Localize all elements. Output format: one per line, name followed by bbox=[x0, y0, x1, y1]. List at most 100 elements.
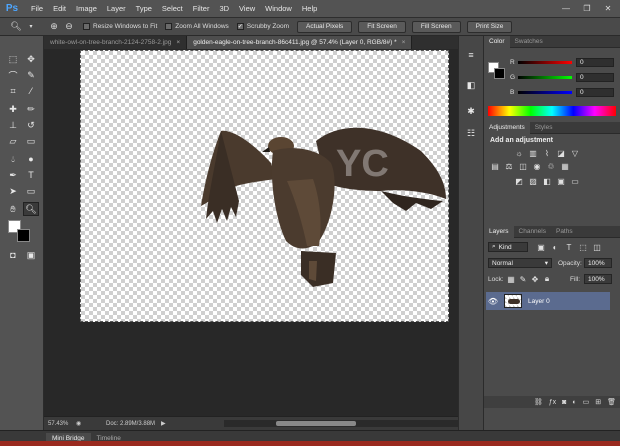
background-color-swatch[interactable] bbox=[17, 229, 30, 242]
lock-pixels-icon[interactable]: ✎ bbox=[518, 274, 528, 284]
tab-paths[interactable]: Paths bbox=[551, 226, 578, 238]
red-slider[interactable] bbox=[518, 61, 572, 64]
type-tool-icon[interactable]: T bbox=[23, 168, 39, 182]
print-size-button[interactable]: Print Size bbox=[466, 20, 513, 33]
lasso-tool-icon[interactable]: ⌒ bbox=[5, 68, 21, 82]
filter-smart-object-icon[interactable]: ◫ bbox=[592, 242, 602, 252]
fill-input[interactable]: 100% bbox=[584, 274, 612, 284]
menu-filter[interactable]: Filter bbox=[188, 4, 215, 13]
menu-layer[interactable]: Layer bbox=[102, 4, 131, 13]
color-spectrum[interactable] bbox=[488, 106, 616, 116]
selective-color-icon[interactable]: ▣ bbox=[556, 176, 566, 186]
photo-filter-icon[interactable]: ◉ bbox=[532, 161, 542, 171]
actual-pixels-button[interactable]: Actual Pixels bbox=[297, 20, 353, 33]
menu-help[interactable]: Help bbox=[297, 4, 322, 13]
menu-type[interactable]: Type bbox=[131, 4, 157, 13]
history-brush-tool-icon[interactable]: ↺ bbox=[23, 118, 39, 132]
eraser-tool-icon[interactable]: ▱ bbox=[5, 134, 21, 148]
dodge-tool-icon[interactable]: ● bbox=[23, 152, 39, 166]
properties-panel-icon[interactable]: ☷ bbox=[463, 126, 479, 140]
zoom-in-icon[interactable]: ⊕ bbox=[48, 21, 60, 33]
blend-mode-select[interactable]: Normal ▾ bbox=[488, 258, 552, 268]
filter-shape-icon[interactable]: ⬚ bbox=[578, 242, 588, 252]
exposure-icon[interactable]: ◪ bbox=[556, 148, 566, 158]
blur-tool-icon[interactable]: 💧︎ bbox=[5, 152, 21, 166]
menu-3d[interactable]: 3D bbox=[214, 4, 234, 13]
filter-pixel-icon[interactable]: ▣ bbox=[536, 242, 546, 252]
green-value[interactable]: 0 bbox=[576, 73, 614, 82]
tab-channels[interactable]: Channels bbox=[514, 226, 551, 238]
black-white-icon[interactable]: ◫ bbox=[518, 161, 528, 171]
menu-window[interactable]: Window bbox=[260, 4, 297, 13]
fill-screen-button[interactable]: Fill Screen bbox=[411, 20, 461, 33]
levels-icon[interactable]: ▥ bbox=[528, 148, 538, 158]
hand-tool-icon[interactable]: ✋︎ bbox=[5, 202, 21, 216]
opacity-input[interactable]: 100% bbox=[584, 258, 612, 268]
fit-screen-button[interactable]: Fit Screen bbox=[358, 20, 406, 33]
tab-adjustments[interactable]: Adjustments bbox=[484, 121, 530, 134]
blue-slider[interactable] bbox=[518, 91, 572, 94]
eye-icon[interactable]: 👁︎ bbox=[486, 297, 500, 306]
trash-icon[interactable]: 🗑︎ bbox=[607, 398, 616, 406]
zoom-tool-icon[interactable]: 🔍︎ bbox=[10, 21, 22, 33]
scrubby-zoom-checkbox[interactable]: ✓ Scrubby Zoom bbox=[236, 23, 289, 30]
menu-edit[interactable]: Edit bbox=[48, 4, 71, 13]
tab-layers[interactable]: Layers bbox=[484, 225, 514, 238]
invert-icon[interactable]: ◩ bbox=[514, 176, 524, 186]
layer-mask-icon[interactable]: ◙ bbox=[562, 399, 566, 406]
layer-style-icon[interactable]: ƒx bbox=[549, 399, 556, 406]
maximize-icon[interactable]: ❐ bbox=[577, 2, 597, 15]
zoom-out-icon[interactable]: ⊖ bbox=[63, 21, 75, 33]
clone-stamp-tool-icon[interactable]: ⊥ bbox=[5, 118, 21, 132]
close-icon[interactable]: ✕ bbox=[598, 2, 618, 15]
screen-mode-icon[interactable]: ▣ bbox=[23, 248, 39, 262]
pen-tool-icon[interactable]: ✒ bbox=[5, 168, 21, 182]
close-tab-icon[interactable]: × bbox=[402, 39, 406, 46]
image-canvas[interactable]: YC bbox=[80, 50, 449, 322]
green-slider[interactable] bbox=[518, 76, 572, 79]
document-tab-active[interactable]: golden-eagle-on-tree-branch-86c411.jpg @… bbox=[187, 36, 413, 49]
filter-adjustment-icon[interactable]: ◐ bbox=[550, 242, 560, 252]
color-balance-icon[interactable]: ⚖ bbox=[504, 161, 514, 171]
zoom-level[interactable]: 57.43% bbox=[48, 421, 76, 427]
menu-image[interactable]: Image bbox=[71, 4, 102, 13]
hue-saturation-icon[interactable]: ▤ bbox=[490, 161, 500, 171]
blue-value[interactable]: 0 bbox=[576, 88, 614, 97]
horizontal-scrollbar[interactable] bbox=[224, 420, 464, 427]
path-selection-tool-icon[interactable]: ➤ bbox=[5, 184, 21, 198]
quick-mask-icon[interactable]: ◘ bbox=[5, 248, 21, 262]
color-lookup-icon[interactable]: ▦ bbox=[560, 161, 570, 171]
eyedropper-tool-icon[interactable]: ⁄ bbox=[23, 84, 39, 98]
zoom-tool-icon[interactable]: 🔍︎ bbox=[23, 202, 39, 216]
menu-select[interactable]: Select bbox=[157, 4, 188, 13]
resize-windows-checkbox[interactable]: Resize Windows to Fit bbox=[83, 23, 157, 30]
posterize-icon[interactable]: ▨ bbox=[528, 176, 538, 186]
lock-all-icon[interactable]: 🔒︎ bbox=[542, 274, 552, 284]
menu-view[interactable]: View bbox=[234, 4, 260, 13]
new-group-icon[interactable]: ▭ bbox=[583, 398, 590, 406]
tab-swatches[interactable]: Swatches bbox=[510, 36, 548, 48]
zoom-all-windows-checkbox[interactable]: Zoom All Windows bbox=[165, 23, 229, 30]
tab-color[interactable]: Color bbox=[484, 35, 510, 48]
close-tab-icon[interactable]: × bbox=[176, 39, 180, 46]
minimize-icon[interactable]: — bbox=[556, 2, 576, 15]
layer-filter-kind[interactable]: ⌕ Kind bbox=[488, 242, 528, 252]
tool-presets-icon[interactable]: ◧ bbox=[463, 78, 479, 92]
crop-tool-icon[interactable]: ⌗ bbox=[5, 84, 21, 98]
document-tab[interactable]: white-owl-on-tree-branch-2124-2758-2.jpg… bbox=[44, 36, 188, 49]
move-tool-icon[interactable]: ✥ bbox=[23, 52, 39, 66]
curves-icon[interactable]: ⌇ bbox=[542, 148, 552, 158]
gradient-map-icon[interactable]: ▭ bbox=[570, 176, 580, 186]
adjustment-layer-icon[interactable]: ◐ bbox=[572, 399, 576, 406]
layer-row[interactable]: 👁︎ Layer 0 bbox=[486, 292, 610, 310]
gradient-tool-icon[interactable]: ▭ bbox=[23, 134, 39, 148]
menu-file[interactable]: File bbox=[26, 4, 48, 13]
red-value[interactable]: 0 bbox=[576, 58, 614, 67]
brush-tool-icon[interactable]: ✏ bbox=[23, 102, 39, 116]
chevron-down-icon[interactable]: ▾ bbox=[25, 21, 37, 33]
tab-styles[interactable]: Styles bbox=[530, 122, 558, 134]
vibrance-icon[interactable]: ▽ bbox=[570, 148, 580, 158]
healing-brush-tool-icon[interactable]: ✚ bbox=[5, 102, 21, 116]
brush-panel-icon[interactable]: ✱ bbox=[463, 104, 479, 118]
channel-mixer-icon[interactable]: ♲ bbox=[546, 161, 556, 171]
